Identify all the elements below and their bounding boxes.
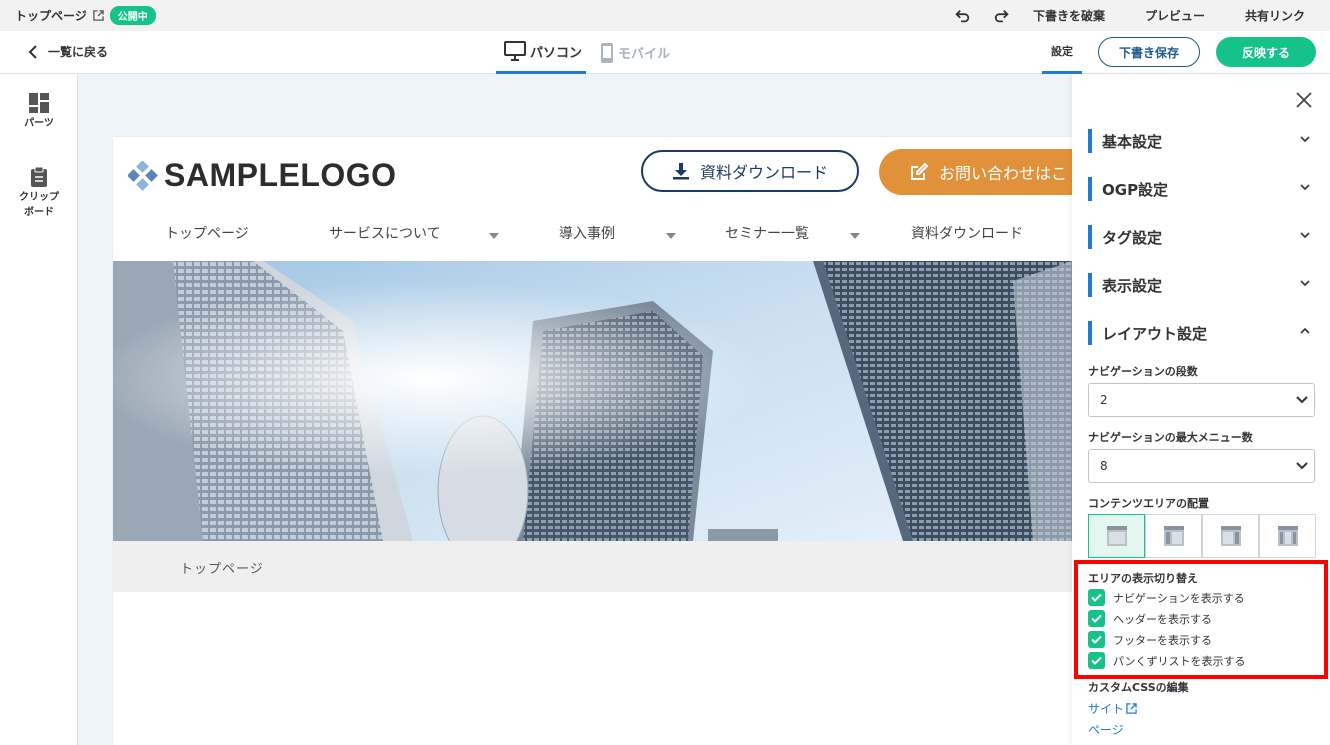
- download-icon: [672, 163, 689, 180]
- highlight-box: [1074, 560, 1328, 679]
- chevron-down-icon: [1296, 396, 1308, 404]
- custom-css-site-link[interactable]: サイト: [1088, 700, 1137, 717]
- edit-icon: [911, 162, 929, 180]
- breadcrumb-item[interactable]: トップページ: [180, 558, 264, 577]
- site-nav-item[interactable]: 導入事例: [559, 223, 615, 243]
- site-contact-label: お問い合わせはこ: [939, 164, 1068, 183]
- site-download-button[interactable]: 資料ダウンロード: [641, 150, 859, 192]
- caret-down-icon: [489, 233, 499, 239]
- section-title: OGP設定: [1102, 180, 1169, 199]
- back-label: 一覧に戻る: [48, 45, 109, 59]
- page-name: トップページ: [15, 9, 87, 23]
- hero-image: [113, 261, 1072, 541]
- preview-canvas[interactable]: SAMPLELOGO 資料ダウンロード お問い合わせはこ トップページ サービス…: [113, 137, 1072, 745]
- chevron-down-icon: [1296, 462, 1308, 470]
- desktop-icon: [504, 41, 526, 61]
- layout-both-icon: [1277, 526, 1298, 546]
- external-link-icon[interactable]: [93, 10, 104, 21]
- site-logo: SAMPLELOGO: [128, 157, 397, 194]
- logo-mark-icon: [128, 160, 158, 191]
- section-ogp-settings[interactable]: OGP設定: [1088, 177, 1316, 201]
- chevron-down-icon: [1300, 280, 1310, 287]
- tab-mobile[interactable]: モバイル: [600, 31, 670, 74]
- content-layout-label: コンテンツエリアの配置: [1088, 497, 1209, 510]
- save-draft-button[interactable]: 下書き保存: [1098, 37, 1200, 67]
- layout-option-full[interactable]: [1088, 514, 1145, 558]
- logo-text: SAMPLELOGO: [164, 157, 397, 193]
- tab-desktop-label: パソコン: [530, 45, 583, 61]
- parts-icon: [29, 93, 49, 113]
- custom-css-page-link[interactable]: ページ: [1088, 721, 1124, 738]
- section-tag-settings[interactable]: タグ設定: [1088, 225, 1316, 249]
- parts-button[interactable]: パーツ: [0, 92, 78, 131]
- site-nav-item[interactable]: 資料ダウンロード: [911, 223, 1023, 243]
- caret-down-icon: [850, 233, 860, 239]
- left-rail: パーツ クリップ ボード: [0, 74, 78, 745]
- section-title: タグ設定: [1102, 228, 1163, 247]
- chevron-down-icon: [1300, 232, 1310, 239]
- section-title: レイアウト設定: [1102, 324, 1208, 343]
- custom-css-label: カスタムCSSの編集: [1088, 681, 1189, 694]
- mobile-icon: [601, 42, 613, 63]
- chevron-down-icon: [1300, 136, 1310, 143]
- page-link-label: ページ: [1088, 723, 1124, 737]
- clipboard-label-1: クリップ: [19, 192, 59, 203]
- tab-mobile-label: モバイル: [618, 47, 671, 62]
- breadcrumb: トップページ: [113, 541, 1072, 592]
- site-nav-item[interactable]: サービスについて: [329, 223, 441, 243]
- nav-rows-select[interactable]: 2: [1088, 383, 1315, 417]
- tab-desktop[interactable]: パソコン: [496, 31, 586, 74]
- status-badge: 公開中: [109, 6, 156, 25]
- layout-option-left-sidebar[interactable]: [1145, 514, 1202, 558]
- layout-full-icon: [1106, 526, 1127, 546]
- layout-option-right-sidebar[interactable]: [1202, 514, 1259, 558]
- undo-icon[interactable]: [953, 7, 971, 25]
- layout-right-icon: [1220, 526, 1241, 546]
- nav-max-value: 8: [1100, 459, 1108, 473]
- nav-rows-value: 2: [1100, 393, 1108, 407]
- chevron-up-icon: [1300, 327, 1310, 334]
- section-basic-settings[interactable]: 基本設定: [1088, 129, 1316, 153]
- clipboard-label-2: ボード: [24, 207, 54, 218]
- content-layout-options: [1088, 514, 1316, 558]
- chevron-down-icon: [1300, 184, 1310, 191]
- redo-icon[interactable]: [993, 7, 1011, 25]
- editor-header: 一覧に戻る パソコン モバイル 設定 下書き保存 反映する: [0, 31, 1330, 74]
- nav-max-label: ナビゲーションの最大メニュー数: [1088, 431, 1253, 444]
- close-icon[interactable]: [1296, 92, 1312, 108]
- share-link-button[interactable]: 共有リンク: [1245, 7, 1305, 24]
- section-title: 表示設定: [1102, 276, 1163, 295]
- top-bar: トップページ 公開中 下書きを破棄 プレビュー 共有リンク: [0, 0, 1330, 31]
- external-link-icon: [1126, 703, 1137, 714]
- site-download-label: 資料ダウンロード: [699, 163, 828, 182]
- chevron-left-icon: [28, 44, 37, 59]
- clipboard-icon: [31, 166, 47, 187]
- publish-button[interactable]: 反映する: [1216, 37, 1316, 67]
- discard-draft-button[interactable]: 下書きを破棄: [1033, 7, 1105, 24]
- nav-rows-label: ナビゲーションの段数: [1088, 365, 1198, 378]
- layout-left-icon: [1163, 526, 1184, 546]
- nav-max-select[interactable]: 8: [1088, 449, 1315, 483]
- site-nav: トップページ サービスについて 導入事例 セミナー一覧 資料ダウンロード: [113, 217, 1072, 261]
- site-nav-item[interactable]: セミナー一覧: [725, 223, 809, 243]
- caret-down-icon: [666, 233, 676, 239]
- skyscrapers-image: [113, 261, 1072, 541]
- preview-button[interactable]: プレビュー: [1145, 7, 1205, 24]
- tab-settings[interactable]: 設定: [1042, 31, 1082, 74]
- site-nav-item[interactable]: トップページ: [165, 223, 249, 243]
- layout-option-both-sidebars[interactable]: [1259, 514, 1316, 558]
- clipboard-button[interactable]: クリップ ボード: [0, 166, 78, 220]
- site-link-label: サイト: [1088, 702, 1125, 716]
- section-title: 基本設定: [1102, 132, 1163, 151]
- section-layout-settings[interactable]: レイアウト設定: [1088, 321, 1316, 345]
- back-to-list-button[interactable]: 一覧に戻る: [28, 43, 108, 60]
- parts-label: パーツ: [24, 118, 54, 129]
- section-display-settings[interactable]: 表示設定: [1088, 273, 1316, 297]
- site-contact-button[interactable]: お問い合わせはこ: [879, 149, 1072, 195]
